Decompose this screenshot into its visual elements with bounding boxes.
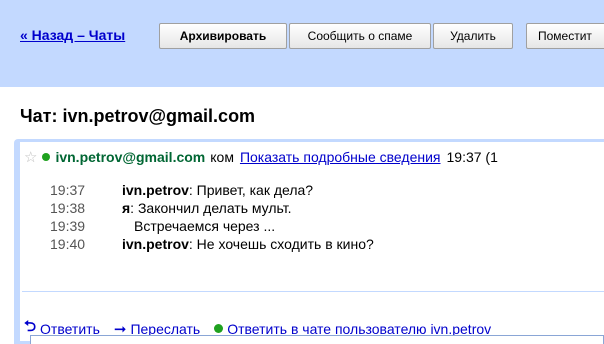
recipient-fragment: ком <box>210 149 234 165</box>
star-icon[interactable]: ☆ <box>24 148 37 166</box>
back-to-chats-link[interactable]: « Назад – Чаты <box>20 27 125 43</box>
online-status-icon <box>214 324 224 333</box>
report-spam-button[interactable]: Сообщить о спаме <box>289 23 431 49</box>
online-status-icon <box>42 153 51 161</box>
move-to-button[interactable]: Поместит <box>526 23 604 49</box>
chat-line: 19:37 ivn.petrov : Привет, как дела? <box>50 181 590 199</box>
line-text: : Закончил делать мульт. <box>130 200 292 216</box>
message-time: 19:37 (1 <box>446 149 498 165</box>
line-text: Встречаемся через ... <box>134 218 276 234</box>
line-text: : Привет, как дела? <box>188 182 314 198</box>
message-header: ☆ ivn.petrov@gmail.com ком Показать подр… <box>24 148 498 166</box>
chat-line: 19:40 ivn.petrov : Не хочешь сходить в к… <box>50 235 590 253</box>
line-text: : Не хочешь сходить в кино? <box>188 236 374 252</box>
line-time: 19:38 <box>50 200 86 216</box>
page-title: Чат: ivn.petrov@gmail.com <box>20 106 256 126</box>
line-time: 19:40 <box>50 236 86 252</box>
chat-line: 19:39 Встречаемся через ... <box>50 217 590 235</box>
line-author: ivn.petrov <box>122 182 189 198</box>
line-time: 19:39 <box>50 218 86 234</box>
reply-box[interactable] <box>30 335 604 344</box>
line-author: я <box>122 200 131 216</box>
show-details-link[interactable]: Показать подробные сведения <box>240 149 441 165</box>
archive-button[interactable]: Архивировать <box>159 23 287 49</box>
line-time: 19:37 <box>50 182 86 198</box>
chat-line: 19:38 я : Закончил делать мульт. <box>50 199 590 217</box>
chat-transcript: 19:37 ivn.petrov : Привет, как дела? 19:… <box>50 181 590 253</box>
line-author: ivn.petrov <box>122 236 189 252</box>
delete-button[interactable]: Удалить <box>433 23 513 49</box>
sender-name[interactable]: ivn.petrov@gmail.com <box>55 149 205 165</box>
divider <box>22 291 604 292</box>
